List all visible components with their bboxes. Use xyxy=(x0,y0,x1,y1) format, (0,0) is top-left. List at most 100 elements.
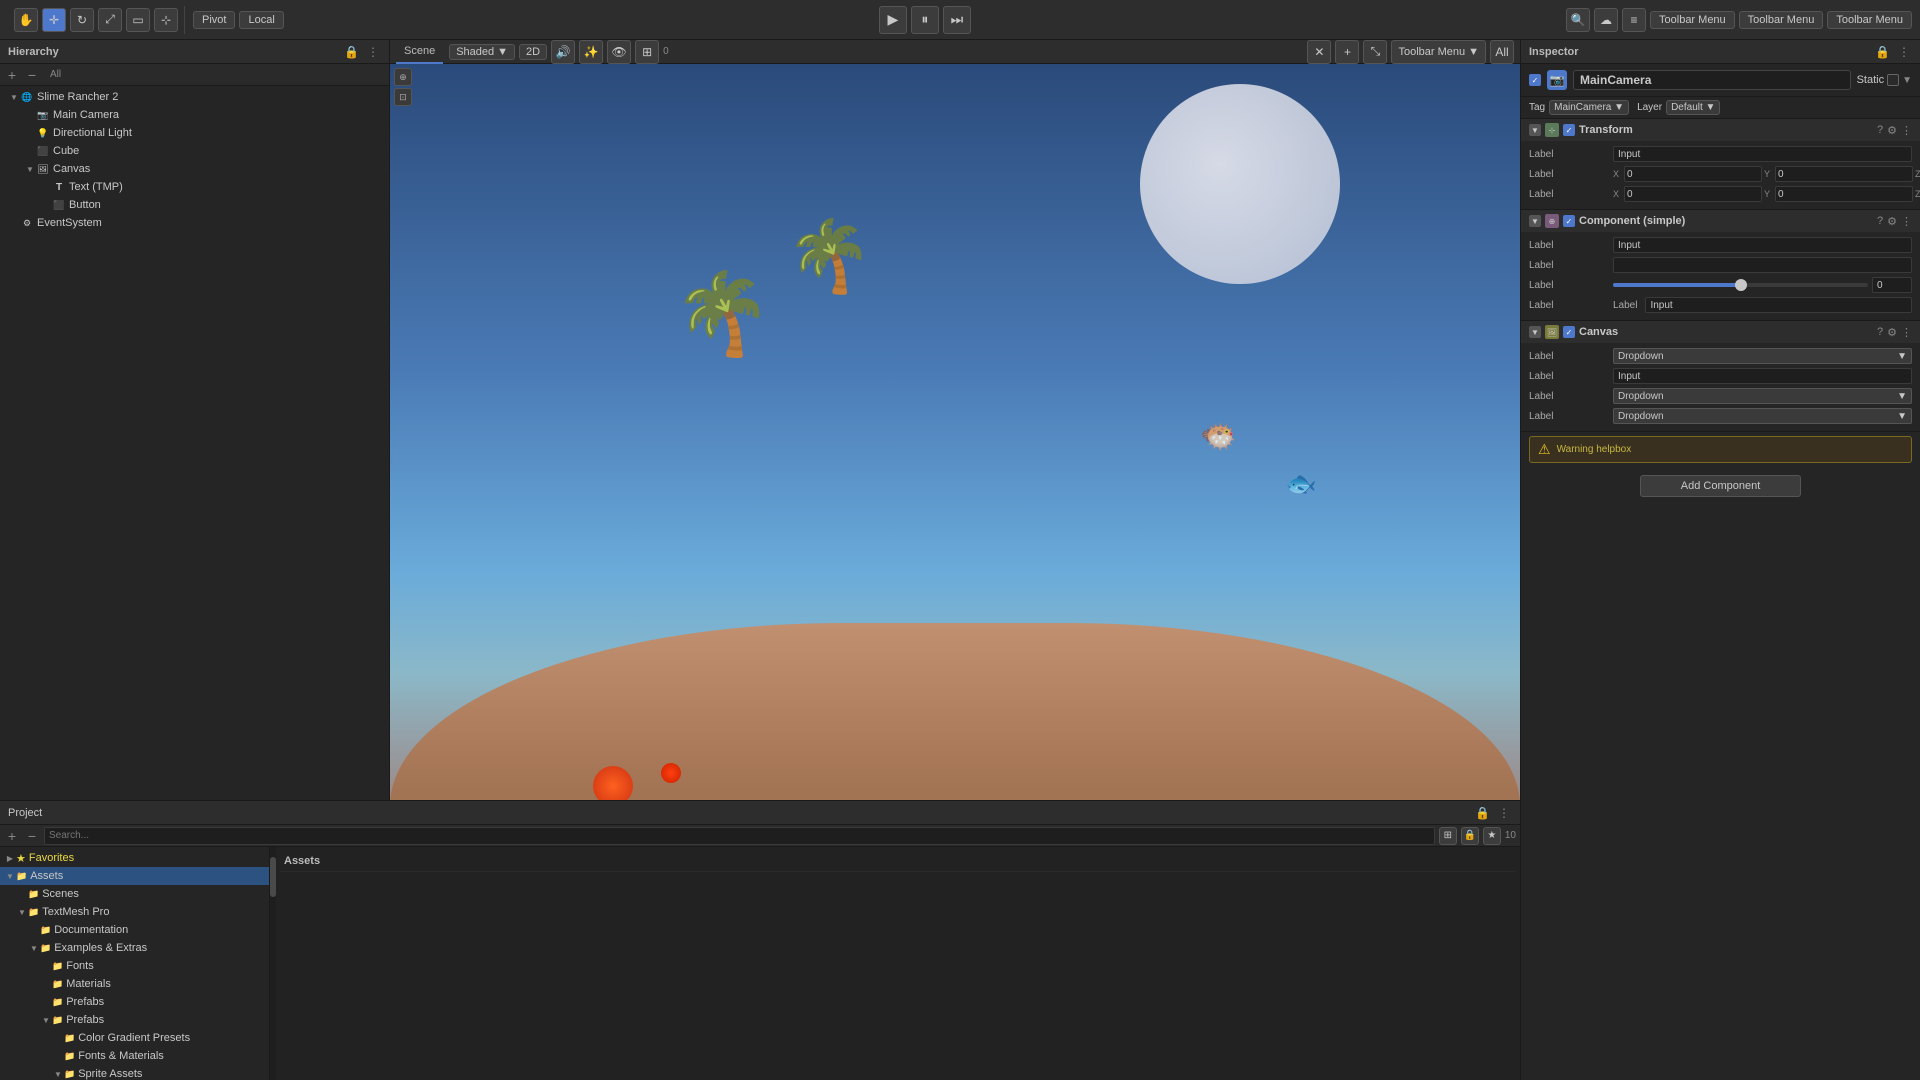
documentation-item[interactable]: 📁 Documentation xyxy=(0,921,269,939)
simple-toggle[interactable]: ▼ xyxy=(1529,215,1541,227)
scene-grid-btn[interactable]: ⊞ xyxy=(635,40,659,64)
project-lock-btn[interactable]: 🔒 xyxy=(1473,806,1492,820)
canvas-dropdown4[interactable]: Dropdown ▼ xyxy=(1613,408,1912,424)
project-add-btn[interactable]: + xyxy=(4,828,20,844)
search-icon[interactable]: 🔍 xyxy=(1566,8,1590,32)
scene-tab[interactable]: Scene xyxy=(396,40,443,64)
project-search-input[interactable] xyxy=(44,827,1435,845)
toolbar-menu-btn-2[interactable]: Toolbar Menu xyxy=(1739,11,1824,29)
step-button[interactable]: ⏭ xyxy=(943,6,971,34)
hierarchy-lock-btn[interactable]: 🔒 xyxy=(342,45,361,59)
prefabs-item[interactable]: 📁 Prefabs xyxy=(0,993,269,1011)
hierarchy-item-canvas[interactable]: ▼ 🖼 Canvas xyxy=(0,160,389,178)
scene-add-btn[interactable]: + xyxy=(1335,40,1359,64)
sprite-assets-item[interactable]: ▼ 📁 Sprite Assets xyxy=(0,1065,269,1080)
project-star-btn[interactable]: ★ xyxy=(1483,827,1501,845)
canvas-input2[interactable] xyxy=(1613,368,1912,384)
project-minus-btn[interactable]: − xyxy=(24,828,40,844)
transform-help-btn[interactable]: ? xyxy=(1877,124,1883,137)
hierarchy-add-btn[interactable]: + xyxy=(4,67,20,83)
project-view-btn[interactable]: ⊞ xyxy=(1439,827,1457,845)
rect-tool[interactable]: ▭ xyxy=(126,8,150,32)
canvas-settings-btn[interactable]: ⚙ xyxy=(1887,326,1897,339)
simple-slider[interactable] xyxy=(1613,283,1868,287)
scale-tool[interactable]: ⤢ xyxy=(98,8,122,32)
inspector-lock-btn[interactable]: 🔒 xyxy=(1873,45,1892,59)
transform-header[interactable]: ▼ ⊹ ✓ Transform ? ⚙ ⋮ xyxy=(1521,119,1920,141)
x1-input[interactable] xyxy=(1624,166,1762,182)
play-button[interactable]: ▶ xyxy=(879,6,907,34)
simple-menu-btn[interactable]: ⋮ xyxy=(1901,215,1912,228)
project-lock2-btn[interactable]: 🔒 xyxy=(1461,827,1479,845)
move-tool[interactable]: ✛ xyxy=(42,8,66,32)
scene-toolbar-menu[interactable]: Toolbar Menu▼ xyxy=(1391,40,1486,64)
simple-input4[interactable] xyxy=(1645,297,1912,313)
toolbar-menu-btn-1[interactable]: Toolbar Menu xyxy=(1650,11,1735,29)
scene-audio-btn[interactable]: 🔊 xyxy=(551,40,575,64)
position-input[interactable] xyxy=(1613,146,1912,162)
scene-close-btn[interactable]: ✕ xyxy=(1307,40,1331,64)
hierarchy-minus-btn[interactable]: − xyxy=(24,67,40,83)
hierarchy-item-directionallight[interactable]: 💡 Directional Light xyxy=(0,124,389,142)
transform-toggle[interactable]: ▼ xyxy=(1529,124,1541,136)
scenes-item[interactable]: 📁 Scenes xyxy=(0,885,269,903)
fonts-materials-item[interactable]: 📁 Fonts & Materials xyxy=(0,1047,269,1065)
scene-effects-btn[interactable]: ✨ xyxy=(579,40,603,64)
hierarchy-root[interactable]: ▼ 🌐 Slime Rancher 2 xyxy=(0,88,389,106)
layers-icon[interactable]: ≡ xyxy=(1622,8,1646,32)
scene-hidden-btn[interactable]: 👁 xyxy=(607,40,631,64)
simple-input2[interactable] xyxy=(1613,257,1912,273)
gizmo-1[interactable]: ⊕ xyxy=(394,68,412,86)
canvas-active[interactable]: ✓ xyxy=(1563,326,1575,338)
add-component-button[interactable]: Add Component xyxy=(1640,475,1802,497)
canvas-menu-btn[interactable]: ⋮ xyxy=(1901,326,1912,339)
scene-all-btn[interactable]: All xyxy=(1490,40,1514,64)
hierarchy-item-text[interactable]: T Text (TMP) xyxy=(0,178,389,196)
canvas-help-btn[interactable]: ? xyxy=(1877,326,1883,339)
textmesh-item[interactable]: ▼ 📁 TextMesh Pro xyxy=(0,903,269,921)
component-simple-header[interactable]: ▼ ⊕ ✓ Component (simple) ? ⚙ ⋮ xyxy=(1521,210,1920,232)
fonts-item[interactable]: 📁 Fonts xyxy=(0,957,269,975)
transform-settings-btn[interactable]: ⚙ xyxy=(1887,124,1897,137)
pivot-button[interactable]: Pivot xyxy=(193,11,235,29)
transform-menu-btn[interactable]: ⋮ xyxy=(1901,124,1912,137)
transform-tool[interactable]: ⊹ xyxy=(154,8,178,32)
simple-slider-value[interactable] xyxy=(1872,277,1912,293)
color-gradient-item[interactable]: 📁 Color Gradient Presets xyxy=(0,1029,269,1047)
object-name-input[interactable] xyxy=(1573,70,1851,90)
rotate-tool[interactable]: ↻ xyxy=(70,8,94,32)
examples-item[interactable]: ▼ 📁 Examples & Extras xyxy=(0,939,269,957)
assets-item[interactable]: ▼ 📁 Assets xyxy=(0,867,269,885)
transform-active[interactable]: ✓ xyxy=(1563,124,1575,136)
canvas-dropdown1[interactable]: Dropdown ▼ xyxy=(1613,348,1912,364)
scene-expand-btn[interactable]: ⤡ xyxy=(1363,40,1387,64)
simple-active[interactable]: ✓ xyxy=(1563,215,1575,227)
materials-item[interactable]: 📁 Materials xyxy=(0,975,269,993)
hierarchy-item-button[interactable]: ⬛ Button xyxy=(0,196,389,214)
y1-input[interactable] xyxy=(1775,166,1913,182)
layer-dropdown[interactable]: Default ▼ xyxy=(1666,100,1720,115)
y2-input[interactable] xyxy=(1775,186,1913,202)
hierarchy-item-maincamera[interactable]: 📷 Main Camera xyxy=(0,106,389,124)
x2-input[interactable] xyxy=(1624,186,1762,202)
simple-settings-btn[interactable]: ⚙ xyxy=(1887,215,1897,228)
collab-icon[interactable]: ☁ xyxy=(1594,8,1618,32)
local-button[interactable]: Local xyxy=(239,11,283,29)
hierarchy-menu-btn[interactable]: ⋮ xyxy=(365,45,381,59)
prefabs2-item[interactable]: ▼ 📁 Prefabs xyxy=(0,1011,269,1029)
pause-button[interactable]: ⏸ xyxy=(911,6,939,34)
static-checkbox[interactable] xyxy=(1887,74,1899,86)
canvas-header[interactable]: ▼ 🖼 ✓ Canvas ? ⚙ ⋮ xyxy=(1521,321,1920,343)
hierarchy-item-cube[interactable]: ⬛ Cube xyxy=(0,142,389,160)
object-active-checkbox[interactable]: ✓ xyxy=(1529,74,1541,86)
hand-tool[interactable]: ✋ xyxy=(14,8,38,32)
2d-btn[interactable]: 2D xyxy=(519,44,547,60)
project-menu-btn[interactable]: ⋮ xyxy=(1496,806,1512,820)
simple-input1[interactable] xyxy=(1613,237,1912,253)
gizmo-2[interactable]: ⊡ xyxy=(394,88,412,106)
canvas-dropdown3[interactable]: Dropdown ▼ xyxy=(1613,388,1912,404)
favorites-item[interactable]: ▶ ★ Favorites xyxy=(0,849,269,867)
simple-help-btn[interactable]: ? xyxy=(1877,215,1883,228)
inspector-menu-btn[interactable]: ⋮ xyxy=(1896,45,1912,59)
tag-dropdown[interactable]: MainCamera ▼ xyxy=(1549,100,1629,115)
